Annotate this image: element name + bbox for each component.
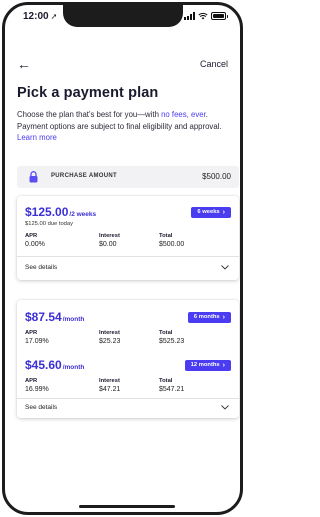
- total-value: $500.00: [159, 241, 185, 248]
- plan-card-6-weeks: $125.00/2 weeks $125.00 due today 6 week…: [17, 196, 239, 280]
- battery-icon: [211, 12, 228, 20]
- page-title: Pick a payment plan: [17, 85, 159, 101]
- purchase-amount-value: $500.00: [202, 172, 231, 181]
- plan-term-label: 6 months: [193, 314, 220, 320]
- chevron-right-icon: ›: [222, 362, 225, 369]
- total-label: Total: [159, 233, 173, 239]
- chevron-down-icon[interactable]: [221, 405, 229, 410]
- interest-label: Interest: [99, 233, 120, 239]
- chevron-down-icon[interactable]: [221, 265, 229, 270]
- plan-price-period: /month: [62, 316, 85, 323]
- see-details-link[interactable]: See details: [25, 404, 57, 411]
- plan-price-amount: $87.54: [25, 310, 62, 324]
- divider: [17, 398, 239, 399]
- plan-select-button[interactable]: 12 months ›: [184, 360, 231, 371]
- apr-value: 16.99%: [25, 386, 49, 393]
- plan-price-amount: $45.60: [25, 358, 62, 372]
- apr-label: APR: [25, 233, 38, 239]
- interest-value: $47.21: [99, 386, 121, 393]
- plan-due-today: $125.00 due today: [25, 221, 74, 227]
- back-arrow-icon[interactable]: ←: [17, 57, 31, 71]
- lock-icon: [29, 171, 38, 183]
- intro-text-part: Choose the plan that's best for you—with: [17, 110, 162, 119]
- plan-price-amount: $125.00: [25, 205, 69, 219]
- signal-icon: [184, 12, 195, 20]
- plan-price: $125.00/2 weeks: [25, 205, 96, 219]
- purchase-amount-label: PURCHASE AMOUNT: [51, 173, 117, 179]
- learn-more-link[interactable]: Learn more: [17, 133, 57, 142]
- chevron-right-icon: ›: [222, 209, 225, 216]
- apr-value: 17.09%: [25, 338, 49, 345]
- location-arrow-icon: ➚: [50, 12, 58, 21]
- apr-label: APR: [25, 330, 38, 336]
- total-label: Total: [159, 378, 173, 384]
- status-icons: [184, 12, 228, 20]
- top-nav: ← Cancel: [17, 57, 228, 73]
- status-bar: 12:00 ➚: [5, 11, 240, 27]
- chevron-right-icon: ›: [222, 314, 225, 321]
- see-details-link[interactable]: See details: [25, 264, 57, 271]
- plan-card-monthly: $87.54/month 6 months › APR Interest Tota…: [17, 300, 239, 418]
- plan-price: $87.54/month: [25, 310, 84, 324]
- apr-value: 0.00%: [25, 241, 45, 248]
- purchase-amount-bar: PURCHASE AMOUNT $500.00: [17, 166, 239, 188]
- interest-value: $0.00: [99, 241, 117, 248]
- total-label: Total: [159, 330, 173, 336]
- total-value: $547.21: [159, 386, 185, 393]
- plan-price: $45.60/month: [25, 358, 84, 372]
- status-time: 12:00 ➚: [23, 11, 57, 22]
- interest-value: $25.23: [99, 338, 121, 345]
- home-indicator: [79, 505, 175, 508]
- plan-price-period: /month: [62, 364, 85, 371]
- cancel-button[interactable]: Cancel: [200, 59, 228, 69]
- plan-price-period: /2 weeks: [69, 211, 97, 218]
- divider: [17, 256, 239, 257]
- no-fees-link[interactable]: no fees, ever: [161, 110, 206, 119]
- interest-label: Interest: [99, 378, 120, 384]
- plan-term-label: 12 months: [190, 362, 220, 368]
- phone-frame: 12:00 ➚ ← Cancel Pick a payment plan Choo…: [2, 2, 243, 515]
- plan-term-label: 6 weeks: [197, 209, 220, 215]
- intro-text: Choose the plan that's best for you—with…: [17, 109, 237, 144]
- apr-label: APR: [25, 378, 38, 384]
- plan-select-button[interactable]: 6 weeks ›: [191, 207, 231, 218]
- total-value: $525.23: [159, 338, 185, 345]
- plan-select-button[interactable]: 6 months ›: [187, 312, 231, 323]
- interest-label: Interest: [99, 330, 120, 336]
- wifi-icon: [198, 12, 208, 20]
- time-text: 12:00: [23, 11, 49, 22]
